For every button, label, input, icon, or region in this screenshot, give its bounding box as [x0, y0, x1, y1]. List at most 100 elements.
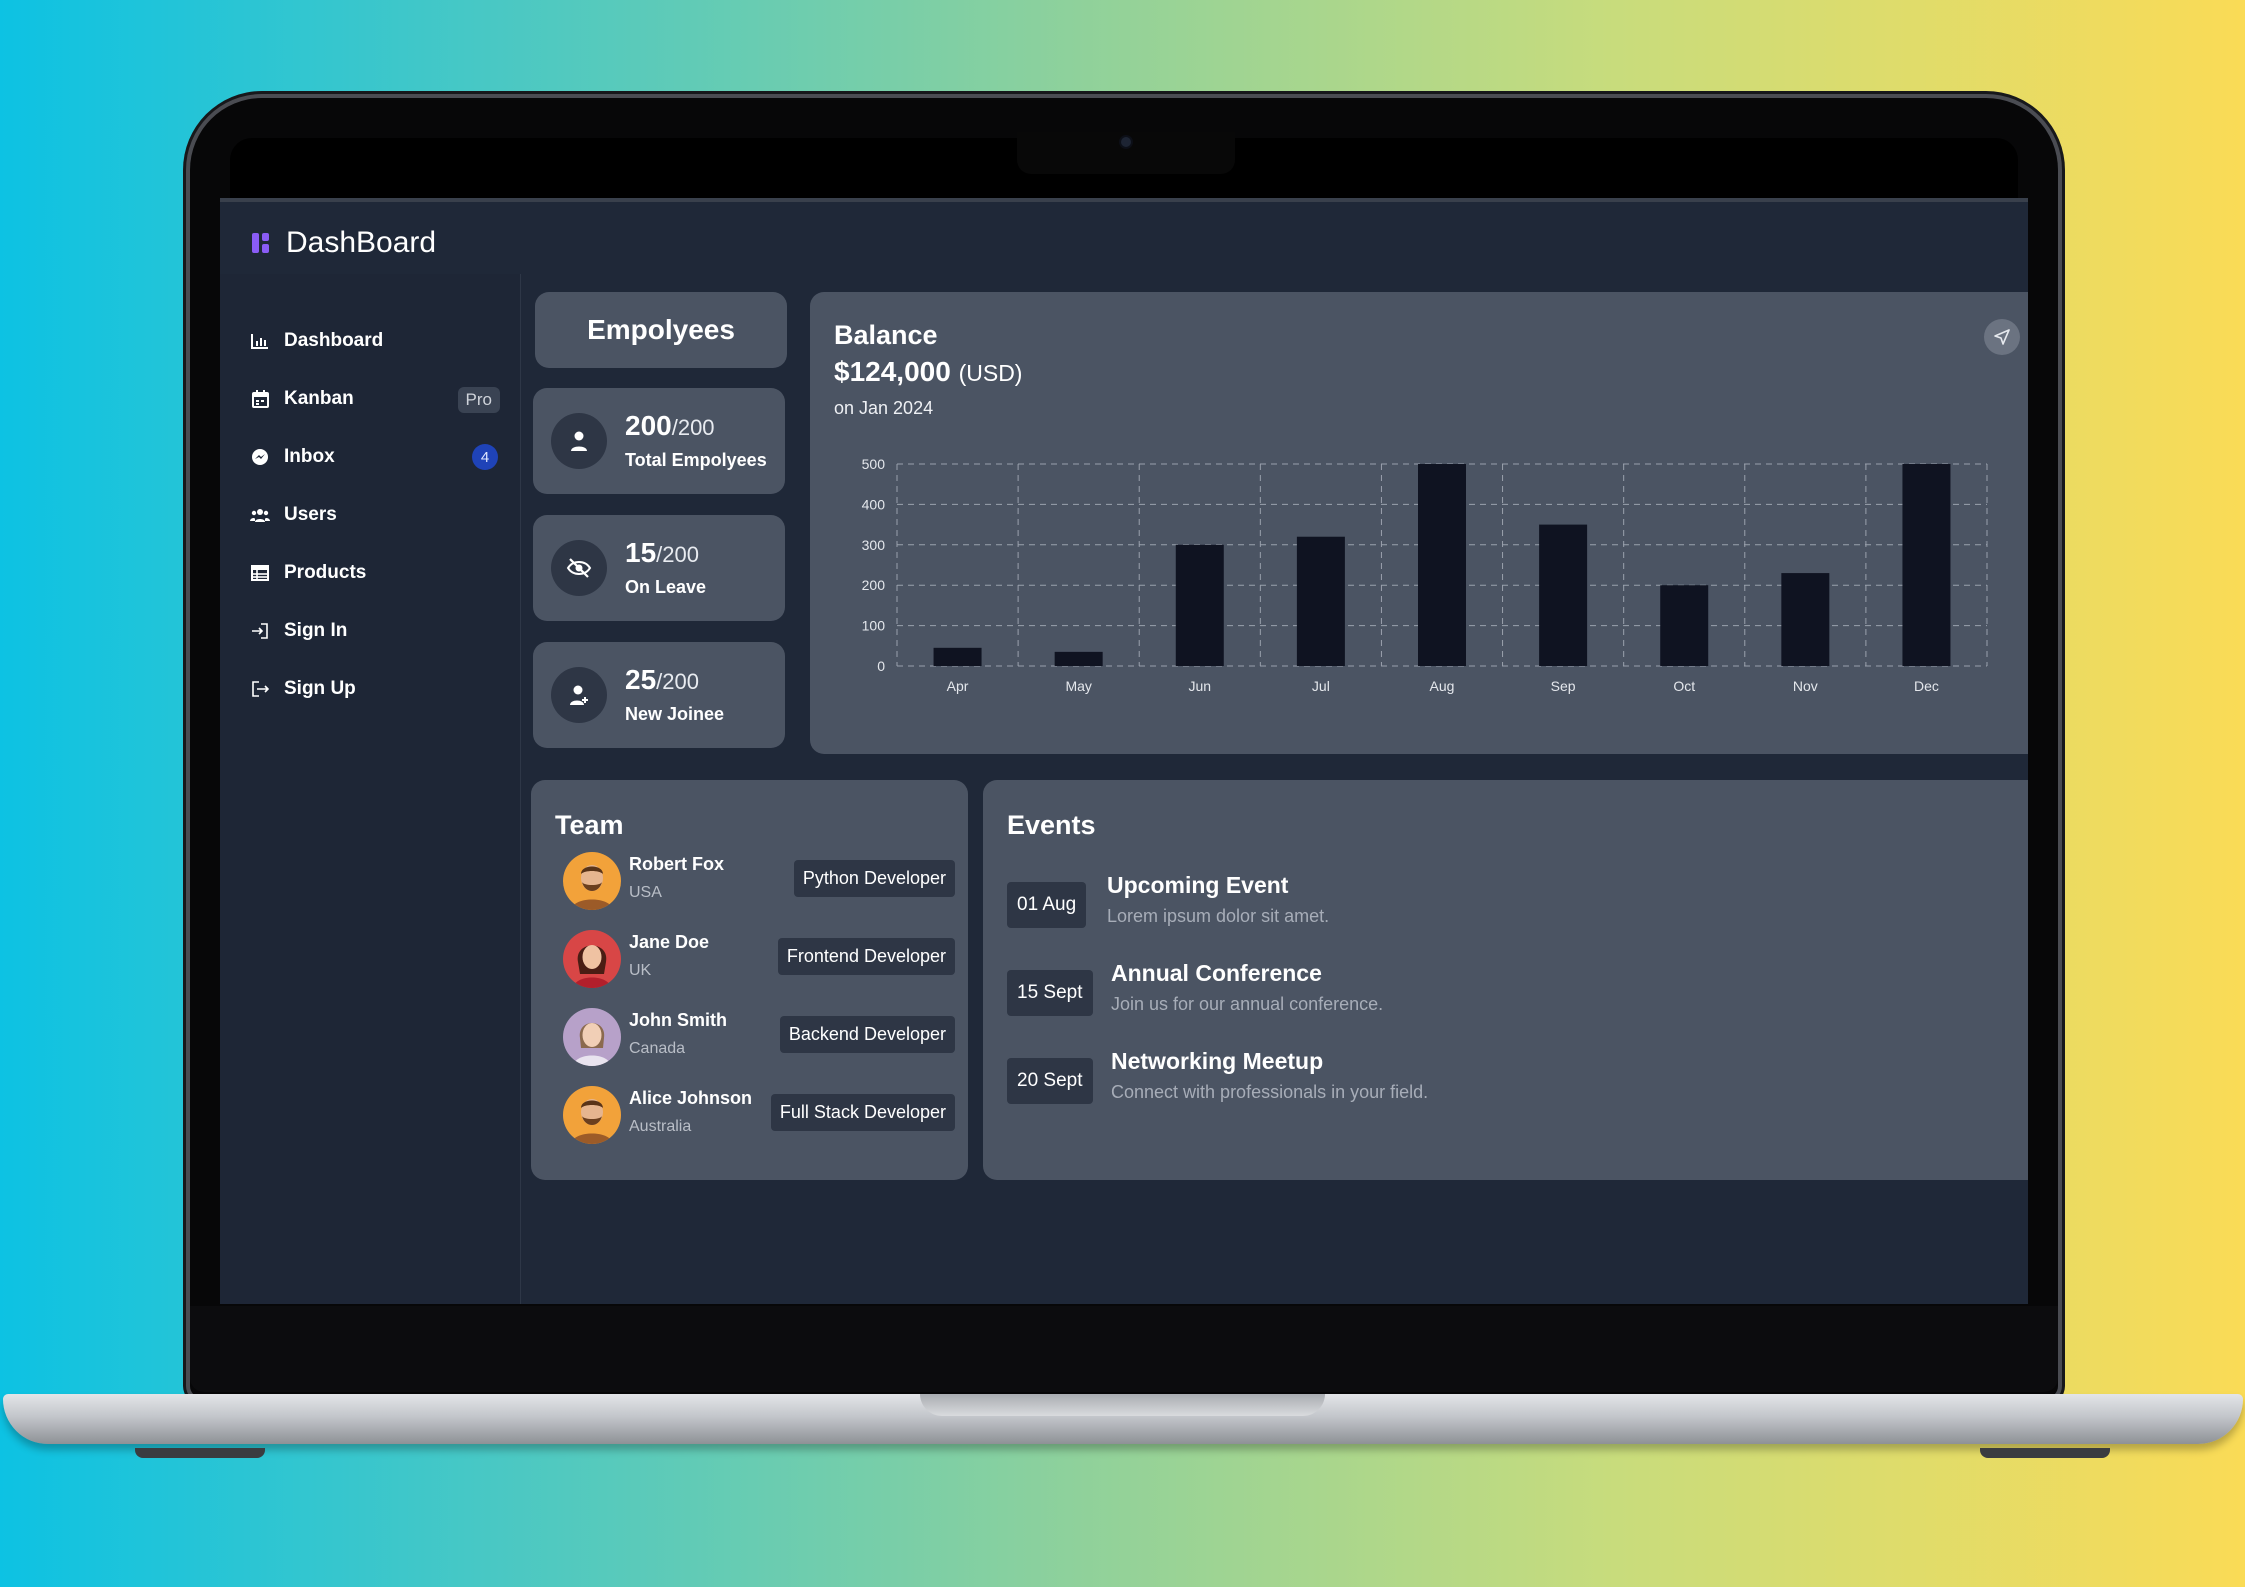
laptop-foot: [1980, 1448, 2110, 1458]
team-member[interactable]: Jane Doe UK Frontend Developer: [561, 926, 961, 996]
x-tick-label: Aug: [1430, 678, 1455, 694]
event-date: 15 Sept: [1007, 970, 1093, 1016]
brand-title: DashBoard: [286, 226, 437, 259]
stat-label: Total Empolyees: [625, 450, 767, 470]
y-tick-label: 500: [862, 456, 886, 472]
event-title: Networking Meetup: [1111, 1048, 1324, 1074]
stat-card-total-employees[interactable]: 200/200 Total Empolyees: [533, 388, 785, 494]
stat-value: 25/200: [625, 664, 699, 695]
inbox-count-badge: 4: [472, 444, 498, 470]
team-member[interactable]: Robert Fox USA Python Developer: [561, 848, 961, 918]
sidebar-item-label: Sign In: [284, 620, 348, 641]
event-item[interactable]: 20 Sept Networking Meetup Connect with p…: [1007, 1048, 1907, 1118]
stat-value: 200/200: [625, 410, 715, 441]
table-icon: [250, 563, 270, 583]
laptop-opening-notch: [920, 1394, 1325, 1416]
bar-chart-icon: [250, 331, 270, 351]
chart-bar: [1296, 536, 1345, 666]
member-country: USA: [629, 884, 662, 901]
stat-label: On Leave: [625, 577, 707, 597]
sidebar-item-label: Kanban: [284, 388, 354, 409]
user-icon: [551, 413, 607, 469]
sidebar-item-label: Users: [284, 504, 337, 525]
sidebar-nav: Dashboard Kanban Pro Inbox 4 Users Produ…: [250, 312, 500, 718]
team-card: Team Robert Fox USA Python Developer Jan…: [531, 780, 968, 1180]
event-item[interactable]: 01 Aug Upcoming Event Lorem ipsum dolor …: [1007, 872, 1907, 942]
messenger-icon: [250, 447, 270, 467]
member-country: Australia: [629, 1118, 692, 1135]
event-date: 01 Aug: [1007, 882, 1087, 928]
eye-off-icon: [551, 540, 607, 596]
calendar-icon: [250, 389, 270, 409]
laptop-foot: [135, 1448, 265, 1458]
sidebar-item-users[interactable]: Users: [250, 486, 500, 544]
event-description: Join us for our annual conference.: [1111, 994, 1384, 1014]
sidebar-item-sign-up[interactable]: Sign Up: [250, 660, 500, 718]
y-tick-label: 400: [862, 496, 886, 512]
sign-out-icon: [250, 679, 270, 699]
role-tag: Backend Developer: [779, 1016, 955, 1053]
brand[interactable]: DashBoard: [252, 226, 436, 260]
chart-bar: [1660, 585, 1709, 666]
sidebar-item-inbox[interactable]: Inbox 4: [250, 428, 500, 486]
member-name: Alice Johnson: [629, 1088, 753, 1108]
team-member[interactable]: John Smith Canada Backend Developer: [561, 1004, 961, 1074]
y-tick-label: 100: [862, 618, 886, 634]
stat-value: 15/200: [625, 537, 699, 568]
stat-card-on-leave[interactable]: 15/200 On Leave: [533, 515, 785, 621]
sidebar-item-label: Products: [284, 562, 367, 583]
event-description: Lorem ipsum dolor sit amet.: [1107, 906, 1330, 926]
stat-card-new-joinee[interactable]: 25/200 New Joinee: [533, 642, 785, 748]
sidebar-item-sign-in[interactable]: Sign In: [250, 602, 500, 660]
event-item[interactable]: 15 Sept Annual Conference Join us for ou…: [1007, 960, 1907, 1030]
member-name: Jane Doe: [629, 932, 710, 952]
chart-bar: [1781, 573, 1830, 666]
sidebar-item-label: Sign Up: [284, 678, 356, 699]
x-tick-label: Sep: [1551, 678, 1576, 694]
y-tick-label: 200: [862, 577, 886, 593]
y-tick-label: 300: [862, 537, 886, 553]
sidebar-item-products[interactable]: Products: [250, 544, 500, 602]
sidebar-item-label: Dashboard: [284, 330, 384, 351]
x-tick-label: Jun: [1188, 678, 1211, 694]
app-screen: DashBoard Dashboard Kanban Pro Inbox 4 U…: [220, 198, 2028, 1304]
team-title: Team: [555, 810, 624, 840]
sidebar-item-kanban[interactable]: Kanban Pro: [250, 370, 500, 428]
sidebar: Dashboard Kanban Pro Inbox 4 Users Produ…: [220, 274, 521, 1304]
x-tick-label: Oct: [1673, 678, 1695, 694]
member-country: Canada: [629, 1040, 686, 1057]
role-tag: Python Developer: [793, 860, 955, 897]
x-tick-label: Jul: [1312, 678, 1330, 694]
sidebar-item-label: Inbox: [284, 446, 335, 467]
employees-title: Empolyees: [587, 314, 735, 345]
y-tick-label: 0: [877, 658, 885, 674]
user-plus-icon: [551, 667, 607, 723]
stat-label: New Joinee: [625, 704, 725, 724]
sidebar-item-dashboard[interactable]: Dashboard: [250, 312, 500, 370]
chart-bar: [933, 647, 982, 666]
event-date: 20 Sept: [1007, 1058, 1093, 1104]
role-tag: Frontend Developer: [777, 938, 955, 975]
x-tick-label: Dec: [1914, 678, 1939, 694]
chart-bar: [1054, 651, 1103, 666]
balance-bar-chart: 0 100 200 300 400 500 Apr May Jun Jul Aug Sep Oct Nov…: [862, 456, 1988, 694]
avatar: [563, 852, 621, 910]
event-description: Connect with professionals in your field…: [1111, 1082, 1429, 1102]
event-title: Upcoming Event: [1107, 872, 1289, 898]
chart-bar: [1902, 464, 1951, 666]
dashboard-logo-icon: [252, 233, 270, 253]
x-tick-label: May: [1065, 678, 1091, 694]
balance-card: Balance $124,000 (USD) on Jan 2024 0 100 2…: [810, 292, 2028, 754]
member-name: Robert Fox: [629, 854, 725, 874]
x-tick-label: Nov: [1793, 678, 1818, 694]
team-member[interactable]: Alice Johnson Australia Full Stack Devel…: [561, 1082, 961, 1152]
x-tick-label: Apr: [947, 678, 969, 694]
chart-bar: [1539, 524, 1588, 666]
employees-heading-card: Empolyees: [535, 292, 787, 368]
member-country: UK: [629, 962, 652, 979]
events-card: Events 01 Aug Upcoming Event Lorem ipsum…: [983, 780, 2028, 1180]
member-name: John Smith: [629, 1010, 727, 1030]
avatar: [563, 930, 621, 988]
webcam: [1121, 137, 1131, 147]
avatar: [563, 1008, 621, 1066]
